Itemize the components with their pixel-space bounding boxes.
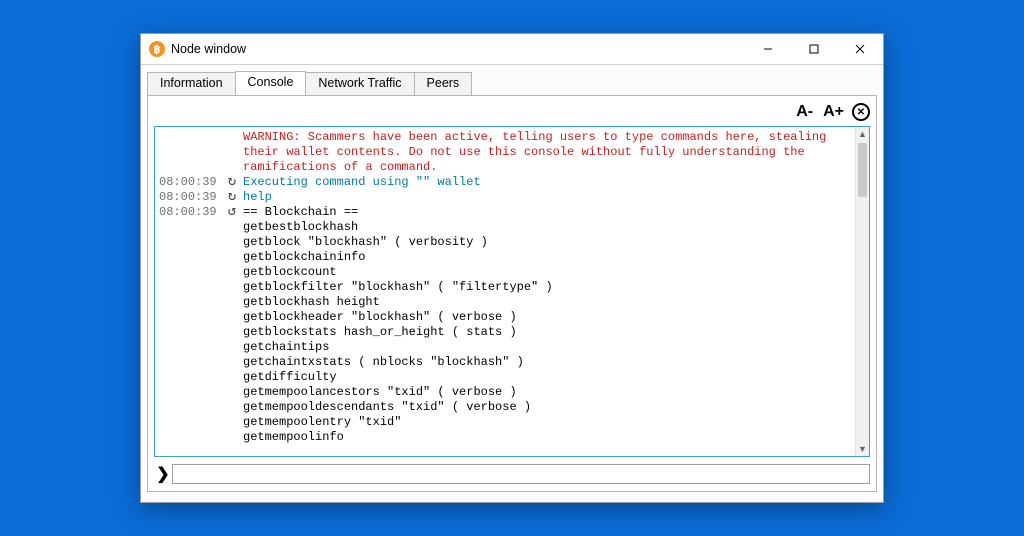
timestamp: 08:00:39 <box>159 205 221 220</box>
console-toolbar: A- A+ ✕ <box>154 100 870 124</box>
direction-icon: ↺ <box>221 205 243 220</box>
help-line: getbestblockhash <box>159 220 851 235</box>
help-line: getchaintxstats ( nblocks "blockhash" ) <box>159 355 851 370</box>
help-line: getblockfilter "blockhash" ( "filtertype… <box>159 280 851 295</box>
help-line: getblockhash height <box>159 295 851 310</box>
minimize-icon <box>763 44 773 54</box>
console-warning-line: WARNING: Scammers have been active, tell… <box>159 130 851 145</box>
font-increase-button[interactable]: A+ <box>821 103 846 121</box>
console-input[interactable] <box>172 464 870 484</box>
node-window: ฿ Node window Information Console Networ… <box>140 33 884 503</box>
timestamp: 08:00:39 <box>159 190 221 205</box>
console-output-frame: WARNING: Scammers have been active, tell… <box>154 126 870 457</box>
tab-bar: Information Console Network Traffic Peer… <box>147 71 877 95</box>
window-body: Information Console Network Traffic Peer… <box>141 64 883 502</box>
console-prompt-row: ❯ <box>154 463 870 485</box>
direction-icon: ↻ <box>221 190 243 205</box>
clear-console-button[interactable]: ✕ <box>852 103 870 121</box>
console-scrollbar[interactable]: ▲ ▼ <box>855 127 869 456</box>
console-text: == Blockchain == <box>243 205 851 220</box>
app-icon: ฿ <box>149 41 165 57</box>
console-warning-line: their wallet contents. Do not use this c… <box>159 145 851 160</box>
help-line: getblockstats hash_or_height ( stats ) <box>159 325 851 340</box>
help-line: getblockheader "blockhash" ( verbose ) <box>159 310 851 325</box>
scroll-thumb[interactable] <box>858 143 867 197</box>
help-line: getblockcount <box>159 265 851 280</box>
console-line: 08:00:39 ↺ == Blockchain == <box>159 205 851 220</box>
close-icon <box>855 44 865 54</box>
maximize-button[interactable] <box>791 34 837 64</box>
help-line: getdifficulty <box>159 370 851 385</box>
console-line: 08:00:39 ↻ Executing command using "" wa… <box>159 175 851 190</box>
scroll-up-icon[interactable]: ▲ <box>856 127 869 141</box>
console-warning-line: ramifications of a command. <box>159 160 851 175</box>
prompt-chevron-icon: ❯ <box>154 464 172 484</box>
tab-peers[interactable]: Peers <box>414 72 473 95</box>
help-line: getmempoolancestors "txid" ( verbose ) <box>159 385 851 400</box>
help-line: getblockchaininfo <box>159 250 851 265</box>
timestamp: 08:00:39 <box>159 175 221 190</box>
titlebar: ฿ Node window <box>141 34 883 64</box>
maximize-icon <box>809 44 819 54</box>
tab-network-traffic[interactable]: Network Traffic <box>305 72 414 95</box>
close-button[interactable] <box>837 34 883 64</box>
help-line: getblock "blockhash" ( verbosity ) <box>159 235 851 250</box>
scroll-down-icon[interactable]: ▼ <box>856 442 869 456</box>
help-line: getmempooldescendants "txid" ( verbose ) <box>159 400 851 415</box>
help-line: getmempoolinfo <box>159 430 851 445</box>
minimize-button[interactable] <box>745 34 791 64</box>
console-tab-pane: A- A+ ✕ WARNING: Scammers have been acti… <box>147 95 877 492</box>
tab-information[interactable]: Information <box>147 72 236 95</box>
help-line: getmempoolentry "txid" <box>159 415 851 430</box>
console-line: 08:00:39 ↻ help <box>159 190 851 205</box>
console-output: WARNING: Scammers have been active, tell… <box>155 127 855 456</box>
window-title: Node window <box>171 42 246 56</box>
help-line: getchaintips <box>159 340 851 355</box>
font-decrease-button[interactable]: A- <box>794 103 815 121</box>
console-text: help <box>243 190 851 205</box>
tab-console[interactable]: Console <box>235 71 307 95</box>
direction-icon: ↻ <box>221 175 243 190</box>
console-text: Executing command using "" wallet <box>243 175 851 190</box>
